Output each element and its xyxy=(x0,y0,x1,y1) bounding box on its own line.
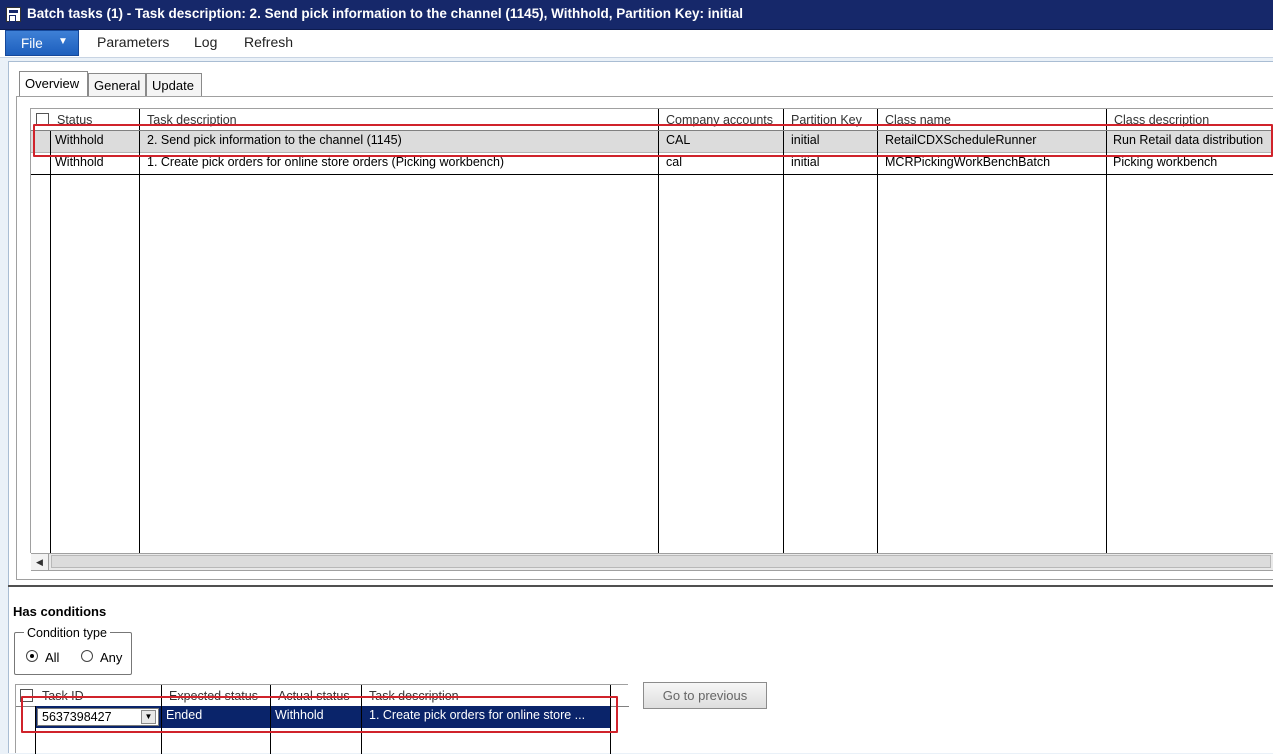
file-menu-label: File xyxy=(21,36,43,51)
go-to-previous-button[interactable]: Go to previous xyxy=(643,682,767,709)
app-window-icon xyxy=(6,7,21,22)
column-divider xyxy=(139,131,140,554)
radio-any[interactable] xyxy=(81,650,93,662)
column-divider xyxy=(50,131,51,554)
radio-all-label: All xyxy=(45,650,60,665)
horizontal-scrollbar[interactable]: ◀ xyxy=(31,553,1273,571)
scroll-left-icon[interactable]: ◀ xyxy=(31,554,49,570)
tab-general[interactable]: General xyxy=(88,73,146,96)
window-title: Batch tasks (1) - Task description: 2. S… xyxy=(27,6,743,21)
condition-type-label: Condition type xyxy=(24,626,110,640)
column-divider xyxy=(1106,131,1107,554)
chevron-down-icon: ▼ xyxy=(58,36,68,47)
tasks-grid: Status Task description Company accounts… xyxy=(30,108,1273,554)
pane-splitter[interactable] xyxy=(8,585,1273,587)
tab-overview[interactable]: Overview xyxy=(19,71,88,96)
tab-update[interactable]: Update xyxy=(146,73,202,96)
column-divider xyxy=(658,131,659,554)
menu-parameters[interactable]: Parameters xyxy=(97,34,169,50)
menu-bar xyxy=(0,30,1273,58)
has-conditions-title: Has conditions xyxy=(13,604,107,619)
column-divider xyxy=(783,131,784,554)
highlight-box xyxy=(33,124,1273,157)
menu-log[interactable]: Log xyxy=(194,34,217,50)
column-divider xyxy=(877,131,878,554)
radio-all[interactable] xyxy=(26,650,38,662)
title-bar: Batch tasks (1) - Task description: 2. S… xyxy=(0,0,1273,30)
radio-any-label: Any xyxy=(100,650,123,665)
menu-refresh[interactable]: Refresh xyxy=(244,34,293,50)
scrollbar-thumb[interactable] xyxy=(51,555,1271,568)
file-menu-button[interactable]: File ▼ xyxy=(5,30,79,56)
highlight-box xyxy=(21,696,618,733)
